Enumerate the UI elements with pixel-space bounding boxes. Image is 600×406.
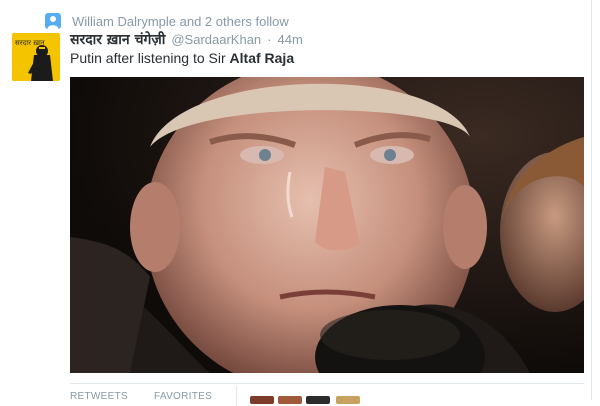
tweet-header: सरदार ख़ान चंगेज़ी @SardaarKhan · 44m [70, 30, 303, 48]
social-context-text: William Dalrymple and 2 others follow [72, 13, 289, 29]
tweet-stats: RETWEETS FAVORITES [70, 383, 584, 406]
tweet-photo[interactable] [70, 77, 584, 373]
favoriter-avatar[interactable] [306, 396, 330, 404]
favoriter-avatar[interactable] [278, 396, 302, 404]
tweet-timestamp[interactable]: 44m [278, 32, 303, 47]
favoriter-avatar[interactable] [336, 396, 360, 404]
favorites-label[interactable]: FAVORITES [154, 391, 212, 402]
favoriter-avatar[interactable] [250, 396, 274, 404]
tweet-text-prefix: Putin after listening to Sir [70, 50, 230, 66]
retweets-label[interactable]: RETWEETS [70, 391, 128, 402]
stats-divider [236, 386, 237, 406]
tweet: William Dalrymple and 2 others follow सर… [0, 0, 600, 406]
social-context[interactable]: William Dalrymple and 2 others follow [45, 12, 289, 30]
tweet-text-bold: Altaf Raja [229, 50, 295, 66]
follow-icon [45, 13, 61, 29]
separator-dot: · [267, 32, 272, 47]
avatar[interactable]: सरदार ख़ान [12, 33, 60, 81]
scrollbar[interactable] [591, 0, 600, 400]
author-fullname[interactable]: सरदार ख़ान चंगेज़ी [70, 30, 165, 49]
author-username[interactable]: @SardaarKhan [171, 32, 261, 47]
tweet-text: Putin after listening to Sir Altaf Raja [70, 50, 294, 66]
